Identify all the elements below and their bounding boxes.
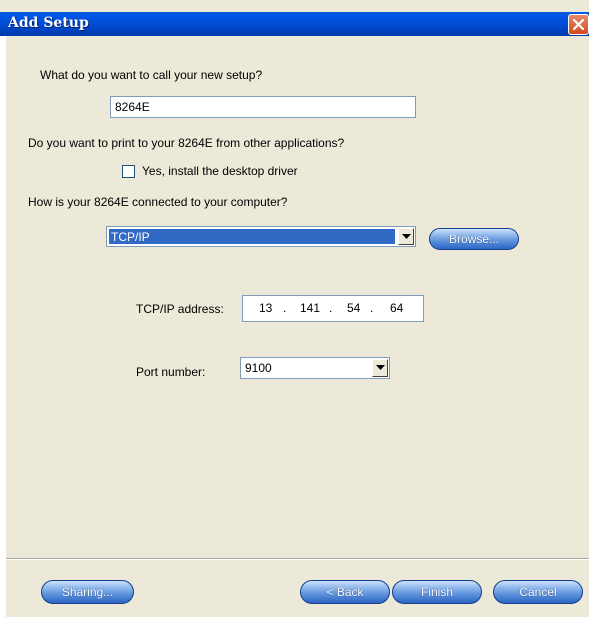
close-button[interactable] bbox=[568, 14, 589, 35]
install-driver-checkbox[interactable] bbox=[122, 165, 135, 178]
connection-type-select[interactable]: TCP/IP bbox=[106, 226, 416, 247]
browse-label: Browse... bbox=[448, 232, 499, 246]
ip-octet-1: 13 bbox=[259, 301, 273, 315]
ip-octet-4: 64 bbox=[390, 301, 404, 315]
ip-separator: . bbox=[370, 301, 374, 315]
port-number-label: Port number: bbox=[136, 365, 206, 379]
sharing-label: Sharing... bbox=[61, 585, 114, 599]
finish-label: Finish bbox=[420, 585, 453, 599]
install-driver-label[interactable]: Yes, install the desktop driver bbox=[142, 164, 298, 178]
sharing-button[interactable]: Sharing... bbox=[41, 580, 134, 604]
window-title: Add Setup bbox=[8, 15, 89, 31]
ip-address-input[interactable]: 13 . 141 . 54 . 64 bbox=[242, 295, 424, 322]
ip-octet-3: 54 bbox=[347, 301, 361, 315]
ip-separator: . bbox=[329, 301, 333, 315]
back-label: < Back bbox=[326, 585, 364, 599]
connection-question: How is your 8264E connected to your comp… bbox=[28, 195, 288, 209]
ip-address-label: TCP/IP address: bbox=[136, 302, 224, 316]
add-setup-dialog: Add Setup What do you want to call your … bbox=[0, 0, 589, 617]
port-number-select[interactable]: 9100 bbox=[240, 357, 390, 379]
print-question: Do you want to print to your 8264E from … bbox=[28, 136, 345, 150]
back-button[interactable]: < Back bbox=[300, 580, 390, 604]
finish-button[interactable]: Finish bbox=[392, 580, 482, 604]
ip-octet-2: 141 bbox=[300, 301, 321, 315]
dialog-content: What do you want to call your new setup?… bbox=[6, 36, 589, 558]
connection-type-value: TCP/IP bbox=[109, 229, 395, 244]
cancel-button[interactable]: Cancel bbox=[493, 580, 583, 604]
chevron-down-icon[interactable] bbox=[398, 228, 414, 245]
button-bar: Sharing... < Back Finish Cancel bbox=[6, 560, 589, 617]
setup-name-input[interactable]: 8264E bbox=[110, 96, 416, 118]
setup-name-question: What do you want to call your new setup? bbox=[40, 68, 263, 82]
title-bar[interactable]: Add Setup bbox=[0, 12, 589, 36]
cancel-label: Cancel bbox=[519, 585, 557, 599]
setup-name-value: 8264E bbox=[115, 100, 150, 114]
chevron-down-icon[interactable] bbox=[372, 359, 388, 377]
ip-separator: . bbox=[283, 301, 287, 315]
port-number-value: 9100 bbox=[245, 361, 272, 375]
browse-button[interactable]: Browse... bbox=[429, 228, 519, 250]
